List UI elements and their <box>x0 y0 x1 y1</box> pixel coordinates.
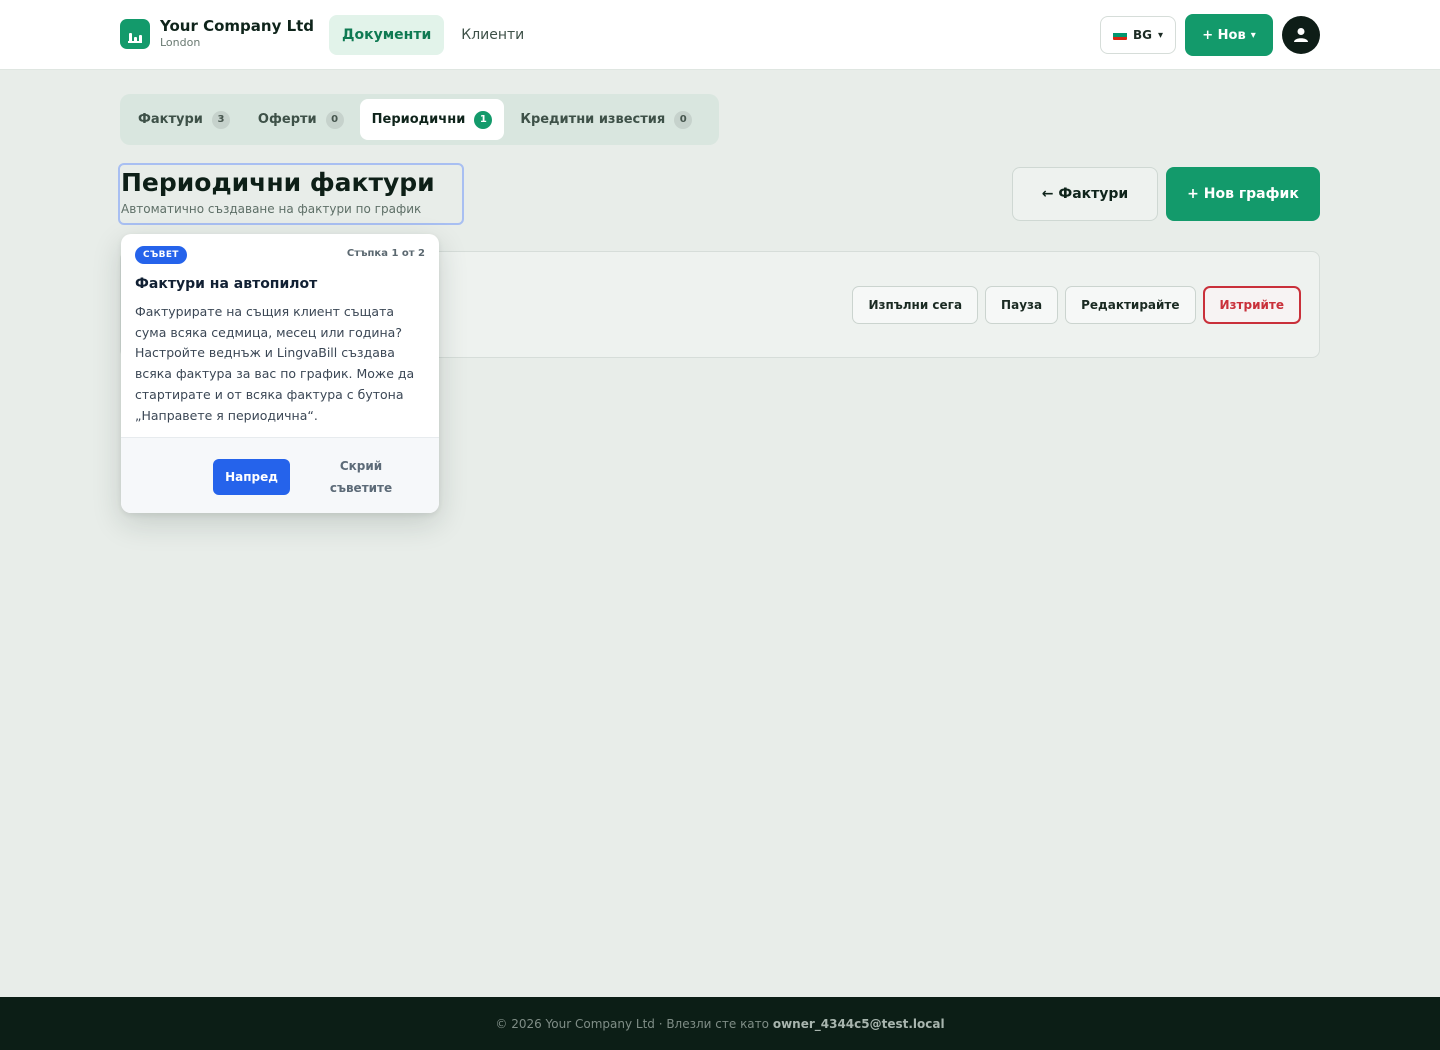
company-brand[interactable]: Your Company Ltd London <box>120 17 314 51</box>
tab-offers[interactable]: Оферти 0 <box>246 99 356 140</box>
user-avatar-icon[interactable] <box>1282 16 1320 54</box>
chevron-down-icon: ▾ <box>1157 29 1164 41</box>
hide-tips-button[interactable]: Скрий съветите <box>316 455 406 499</box>
tab-count-badge: 0 <box>674 110 693 129</box>
edit-button[interactable]: Редактирайте <box>1065 286 1196 324</box>
page-footer: © 2026 Your Company Ltd · Влезли сте кат… <box>0 997 1440 1050</box>
footer-user-email: owner_4344c5@test.local <box>772 1016 945 1031</box>
tip-footer: Напред Скрий съветите <box>121 437 439 513</box>
tip-step-counter: Стъпка 1 от 2 <box>346 248 425 259</box>
tip-body: Фактурирате на същия клиент същата сума … <box>135 304 415 423</box>
language-code: BG <box>1132 28 1152 42</box>
delete-button[interactable]: Изтрийте <box>1202 286 1301 324</box>
tab-invoices[interactable]: Фактури 3 <box>126 99 242 140</box>
new-document-button[interactable]: + Нов ▾ <box>1185 14 1273 56</box>
tip-next-button[interactable]: Напред <box>213 459 290 495</box>
tab-count-badge: 1 <box>474 110 493 129</box>
page-heading-highlight: Периодични фактури Автоматично създаване… <box>118 163 464 225</box>
tab-recurring[interactable]: Периодични 1 <box>359 99 505 140</box>
nav-documents[interactable]: Документи <box>329 15 445 55</box>
tip-badge: СЪВЕТ <box>135 246 187 264</box>
tip-title: Фактури на автопилот <box>135 276 318 292</box>
new-schedule-button[interactable]: + Нов график <box>1166 167 1320 221</box>
user-icon <box>1294 28 1308 42</box>
nav-clients[interactable]: Клиенти <box>448 15 537 55</box>
footer-text: © 2026 Your Company Ltd · Влезли сте кат… <box>495 1016 769 1031</box>
top-header: Your Company Ltd London Документи Клиент… <box>0 0 1440 70</box>
back-to-invoices-button[interactable]: ← Фактури <box>1012 167 1158 221</box>
tab-credit-notes[interactable]: Кредитни известия 0 <box>508 99 704 140</box>
schedule-actions: Изпълни сега Пауза Редактирайте Изтрийте <box>852 286 1301 324</box>
company-name: Your Company Ltd <box>160 17 315 35</box>
company-city: London <box>160 36 201 49</box>
chevron-down-icon: ▾ <box>1250 29 1256 41</box>
page-title: Периодични фактури <box>121 168 435 197</box>
language-selector[interactable]: BG ▾ <box>1100 16 1176 54</box>
chart-logo-icon <box>120 19 150 49</box>
pause-button[interactable]: Пауза <box>985 286 1059 324</box>
onboarding-tip-popover: СЪВЕТ Стъпка 1 от 2 Фактури на автопилот… <box>121 234 439 513</box>
tab-count-badge: 3 <box>211 110 230 129</box>
document-type-tabs: Фактури 3 Оферти 0 Периодични 1 Кредитни… <box>120 94 719 145</box>
main-nav: Документи Клиенти <box>329 15 537 55</box>
bulgaria-flag-icon <box>1112 30 1127 40</box>
run-now-button[interactable]: Изпълни сега <box>852 286 979 324</box>
page-subtitle: Автоматично създаване на фактури по граф… <box>121 202 422 216</box>
tab-count-badge: 0 <box>325 110 344 129</box>
